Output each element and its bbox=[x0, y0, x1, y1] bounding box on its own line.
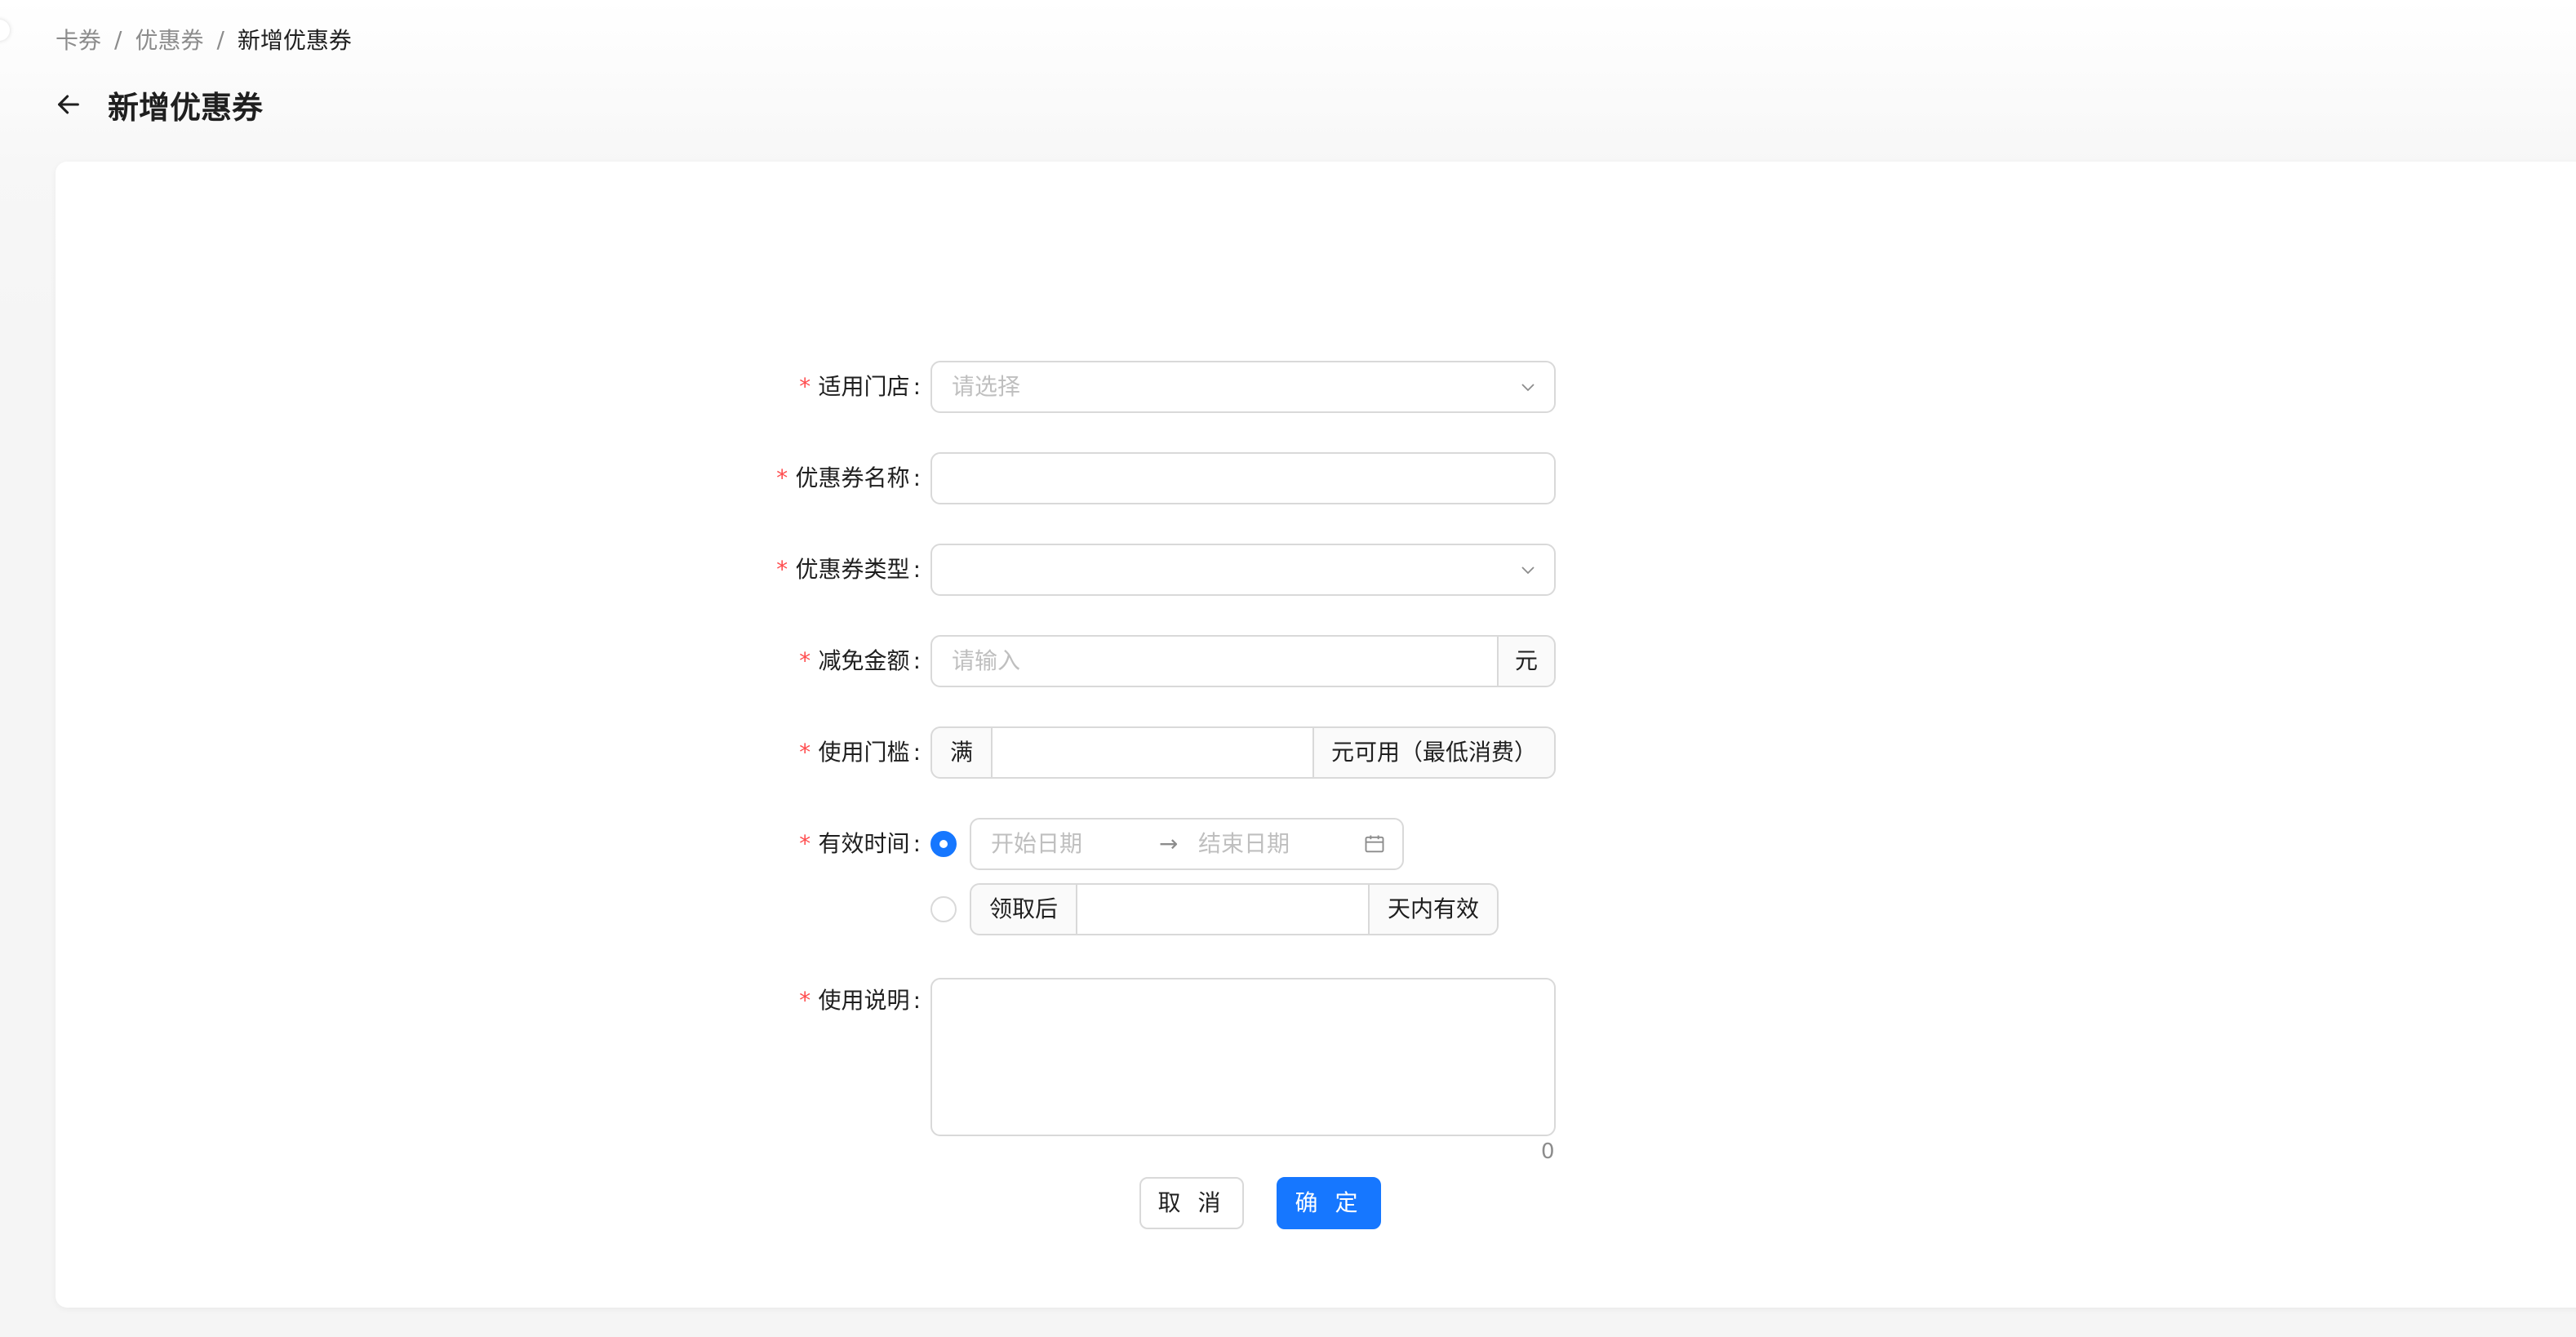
valid-days-suffix: 天内有效 bbox=[1368, 883, 1499, 935]
breadcrumb-item-coupons[interactable]: 优惠券 bbox=[135, 23, 203, 56]
breadcrumb: 卡券 / 优惠券 / 新增优惠券 bbox=[56, 23, 352, 56]
chevron-down-icon bbox=[1518, 560, 1538, 580]
description-textarea[interactable] bbox=[930, 978, 1556, 1136]
character-counter: 0 bbox=[1541, 1139, 1555, 1164]
required-mark: * bbox=[797, 987, 812, 1014]
arrow-left-icon[interactable] bbox=[52, 88, 85, 121]
breadcrumb-item-current: 新增优惠券 bbox=[237, 27, 352, 54]
coupon-name-label: * 优惠券名称: bbox=[0, 452, 921, 504]
label-colon: : bbox=[913, 987, 921, 1014]
discount-amount-suffix: 元 bbox=[1497, 635, 1556, 687]
breadcrumb-item-cards[interactable]: 卡券 bbox=[56, 23, 101, 56]
chevron-down-icon bbox=[1518, 377, 1538, 397]
page-title: 新增优惠券 bbox=[108, 89, 264, 126]
label-colon: : bbox=[913, 647, 921, 674]
discount-amount-label: * 减免金额: bbox=[0, 635, 921, 687]
valid-days-radio[interactable] bbox=[930, 896, 957, 922]
required-mark: * bbox=[775, 556, 789, 583]
range-arrow-icon: → bbox=[1159, 830, 1179, 857]
store-label-text: 适用门店 bbox=[818, 373, 910, 400]
discount-amount-label-text: 减免金额 bbox=[818, 647, 910, 674]
store-select-placeholder: 请选择 bbox=[952, 373, 1021, 400]
required-mark: * bbox=[797, 830, 812, 857]
breadcrumb-separator: / bbox=[114, 25, 122, 53]
threshold-suffix: 元可用（最低消费） bbox=[1312, 726, 1556, 779]
description-label: * 使用说明: bbox=[0, 975, 921, 1027]
description-label-text: 使用说明 bbox=[818, 987, 910, 1014]
required-mark: * bbox=[797, 373, 812, 400]
discount-amount-input[interactable]: 请输入 bbox=[930, 635, 1499, 687]
required-mark: * bbox=[797, 739, 812, 766]
discount-amount-placeholder: 请输入 bbox=[952, 647, 1021, 674]
threshold-label: * 使用门槛: bbox=[0, 726, 921, 779]
cancel-button[interactable]: 取 消 bbox=[1139, 1177, 1244, 1229]
valid-time-label: * 有效时间: bbox=[0, 818, 921, 870]
required-mark: * bbox=[775, 464, 789, 491]
end-date-placeholder[interactable]: 结束日期 bbox=[1198, 820, 1290, 868]
valid-time-range-radio[interactable] bbox=[930, 831, 957, 857]
page-header: 新增优惠券 bbox=[52, 80, 263, 129]
valid-days-input[interactable] bbox=[1076, 883, 1370, 935]
label-colon: : bbox=[913, 556, 921, 583]
threshold-label-text: 使用门槛 bbox=[818, 739, 910, 766]
threshold-input[interactable] bbox=[991, 726, 1314, 779]
label-colon: : bbox=[913, 739, 921, 766]
threshold-prefix: 满 bbox=[930, 726, 993, 779]
coupon-type-label-text: 优惠券类型 bbox=[795, 556, 910, 583]
valid-time-label-text: 有效时间 bbox=[818, 830, 910, 857]
store-select[interactable]: 请选择 bbox=[930, 361, 1556, 413]
coupon-type-select[interactable] bbox=[930, 544, 1556, 596]
confirm-button[interactable]: 确 定 bbox=[1277, 1177, 1381, 1229]
calendar-icon bbox=[1363, 833, 1386, 855]
valid-days-prefix: 领取后 bbox=[970, 883, 1077, 935]
coupon-name-label-text: 优惠券名称 bbox=[795, 464, 910, 491]
required-mark: * bbox=[797, 647, 812, 674]
description-value bbox=[932, 979, 1554, 999]
coupon-type-label: * 优惠券类型: bbox=[0, 544, 921, 596]
label-colon: : bbox=[913, 464, 921, 491]
label-colon: : bbox=[913, 373, 921, 400]
start-date-placeholder[interactable]: 开始日期 bbox=[991, 820, 1082, 868]
label-colon: : bbox=[913, 830, 921, 857]
breadcrumb-separator: / bbox=[216, 25, 224, 53]
date-range-picker[interactable]: 开始日期 → 结束日期 bbox=[970, 818, 1404, 870]
store-label: * 适用门店: bbox=[0, 361, 921, 413]
coupon-name-input[interactable] bbox=[930, 452, 1556, 504]
